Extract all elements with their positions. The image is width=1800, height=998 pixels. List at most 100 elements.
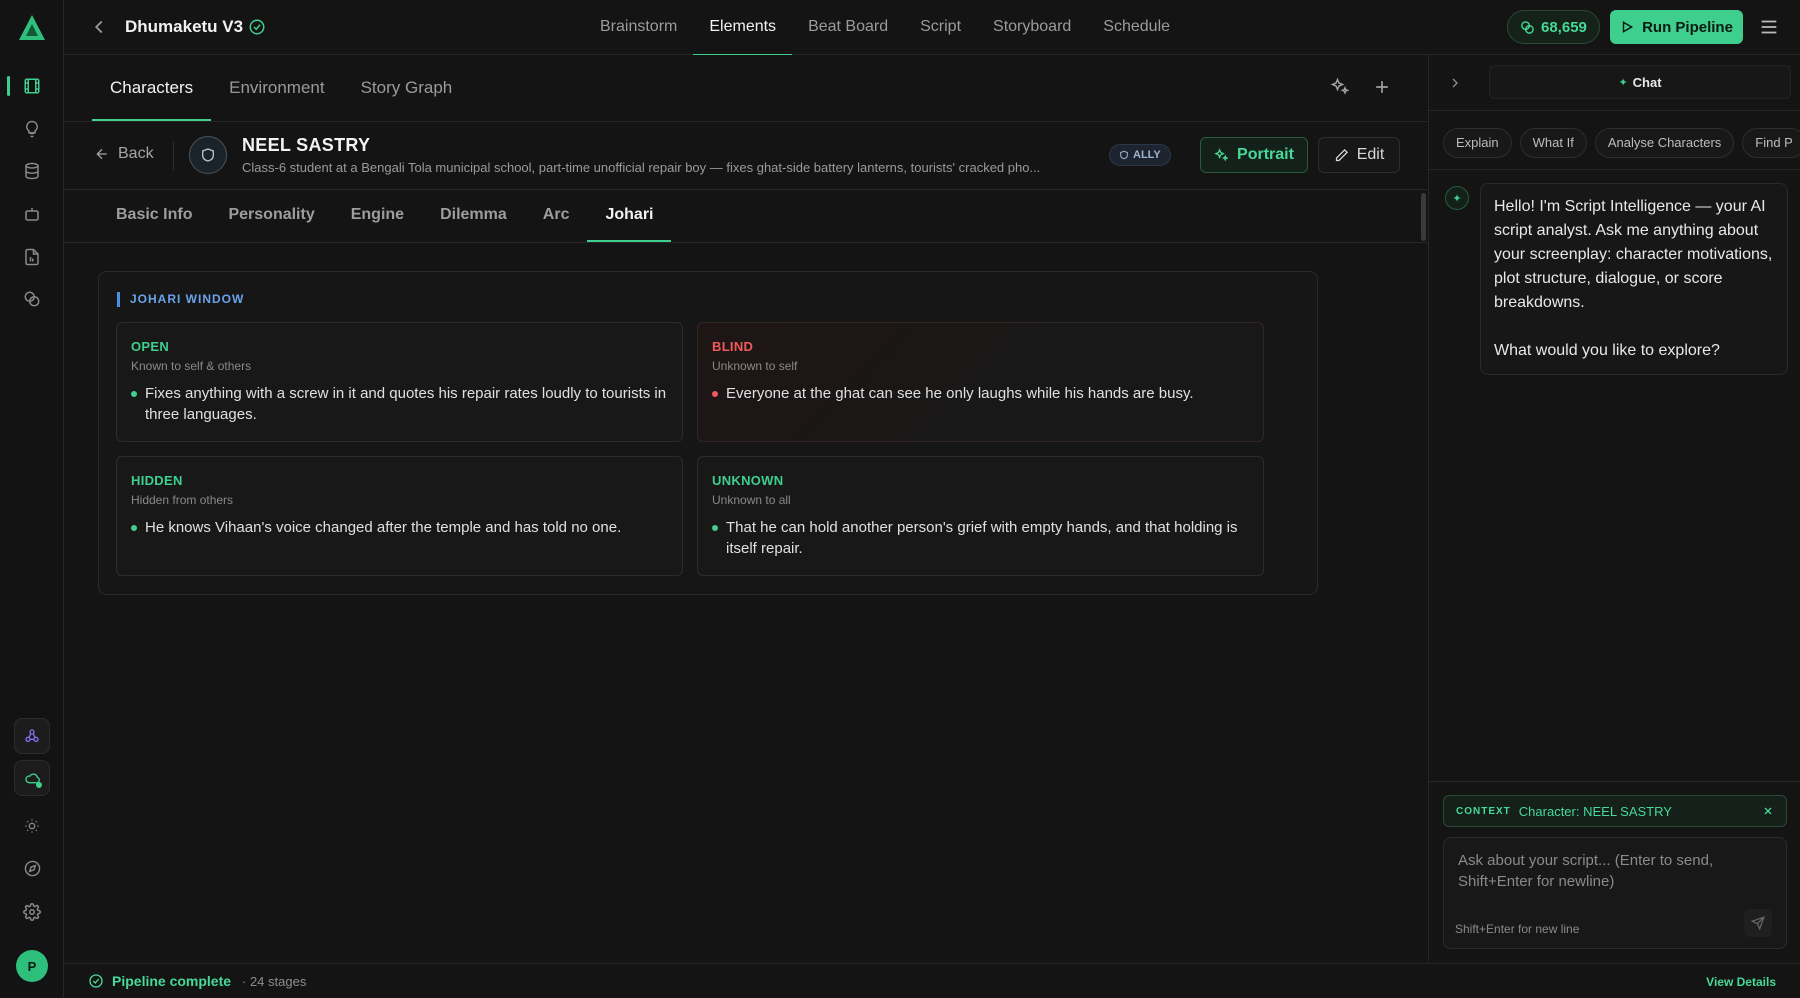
divider [1429,169,1800,170]
quadrant-title: HIDDEN [131,473,183,488]
lightbulb-icon[interactable] [14,111,50,147]
tab-story-graph[interactable]: Story Graph [343,55,471,121]
character-name: NEEL SASTRY [242,135,371,155]
view-details-link[interactable]: View Details [1706,975,1776,989]
divider [64,242,1428,243]
chat-panel: ✦ Chat Explain What If Analyse Character… [1428,55,1800,963]
settings-gear-icon[interactable] [14,894,50,930]
nav-beat-board[interactable]: Beat Board [792,0,904,55]
tab-engine[interactable]: Engine [333,190,422,242]
character-shield-icon [189,136,227,174]
collapse-chevron-icon[interactable] [1447,75,1463,91]
tab-arc[interactable]: Arc [525,190,588,242]
compass-icon[interactable] [14,850,50,886]
send-icon [1751,916,1765,930]
tab-dilemma[interactable]: Dilemma [422,190,525,242]
tab-personality[interactable]: Personality [210,190,332,242]
johari-hidden-quadrant: HIDDEN Hidden from others He knows Vihaa… [116,456,683,576]
back-button[interactable]: Back [94,145,154,163]
user-avatar[interactable]: P [16,950,48,982]
element-subtabs: Characters Environment Story Graph [92,55,470,121]
johari-blind-quadrant: BLIND Unknown to self Everyone at the gh… [697,322,1264,442]
johari-open-quadrant: OPEN Known to self & others Fixes anythi… [116,322,683,442]
role-badge: ALLY [1109,144,1171,166]
cloud-sync-icon[interactable] [14,760,50,796]
app-logo-icon[interactable] [16,12,48,44]
send-button[interactable] [1744,909,1772,937]
portrait-button[interactable]: Portrait [1200,137,1308,173]
file-audio-icon[interactable] [14,239,50,275]
bot-icon[interactable] [14,196,50,232]
pipeline-status[interactable]: Pipeline complete [88,973,231,989]
edit-button[interactable]: Edit [1318,137,1400,173]
sparkles-icon[interactable] [1330,77,1350,97]
chip-what-if[interactable]: What If [1519,128,1587,158]
nav-elements[interactable]: Elements [693,0,792,56]
nav-schedule[interactable]: Schedule [1087,0,1186,55]
tab-environment[interactable]: Environment [211,55,342,121]
back-chevron-icon[interactable] [88,16,110,38]
quadrant-text: He knows Vihaan's voice changed after th… [145,519,622,536]
pipeline-status-label: Pipeline complete [112,973,232,989]
chat-tab-label: Chat [1632,74,1662,90]
run-pipeline-button[interactable]: Run Pipeline [1610,10,1743,44]
portrait-label: Portrait [1237,146,1294,163]
context-pill: CONTEXT Character: NEEL SASTRY [1443,795,1787,827]
arrow-left-icon [94,146,110,162]
chip-find[interactable]: Find P [1742,128,1800,158]
status-bar: Pipeline complete · 24 stages View Detai… [64,963,1800,998]
chip-analyse-characters[interactable]: Analyse Characters [1594,128,1735,158]
online-dot [36,782,42,788]
list-item: That he can hold another person's grief … [712,517,1249,559]
run-pipeline-label: Run Pipeline [1642,18,1733,36]
shield-icon [1119,150,1129,160]
bullet-dot [712,525,718,531]
quadrant-text: Everyone at the ghat can see he only lau… [726,385,1194,402]
list-item: He knows Vihaan's voice changed after th… [131,517,668,538]
verified-check-icon [248,18,266,36]
chip-explain[interactable]: Explain [1443,128,1512,158]
divider [1429,110,1800,111]
tab-basic-info[interactable]: Basic Info [98,190,210,242]
close-icon[interactable] [1762,805,1774,817]
sparkles-icon [1214,147,1229,163]
hamburger-menu-icon[interactable] [1758,16,1780,38]
ai-message-text: What would you like to explore? [1494,342,1720,359]
quadrant-title: BLIND [712,339,754,354]
tab-characters[interactable]: Characters [92,55,212,121]
divider [173,142,174,170]
composer-hint: Shift+Enter for new line [1455,922,1580,936]
johari-unknown-quadrant: UNKNOWN Unknown to all That he can hold … [697,456,1264,576]
check-circle-icon [88,973,104,989]
quadrant-subtitle: Unknown to self [712,359,798,373]
add-plus-icon[interactable] [1372,77,1392,97]
nav-script[interactable]: Script [904,0,977,55]
credits-badge[interactable]: 68,659 [1507,10,1600,44]
scrollbar-thumb[interactable] [1421,193,1426,241]
quadrant-text: That he can hold another person's grief … [726,519,1238,557]
top-bar: Dhumaketu V3 Brainstorm Elements Beat Bo… [64,0,1800,56]
agents-network-icon[interactable] [14,718,50,754]
tab-johari[interactable]: Johari [587,190,672,242]
chat-input[interactable] [1458,850,1774,898]
theme-sun-icon[interactable] [14,808,50,844]
context-value: Character: NEEL SASTRY [1518,803,1672,819]
coins-icon[interactable] [14,281,50,317]
nav-brainstorm[interactable]: Brainstorm [584,0,693,55]
role-badge-label: ALLY [1133,149,1161,161]
character-detail-tabs: Basic Info Personality Engine Dilemma Ar… [98,190,672,242]
list-item: Everyone at the ghat can see he only lau… [712,383,1249,404]
pipeline-stages: · 24 stages [242,974,307,989]
pencil-icon [1334,148,1349,163]
johari-window-card: JOHARI WINDOW OPEN Known to self & other… [98,271,1318,595]
list-item: Fixes anything with a screw in it and qu… [131,383,668,425]
coins-icon [1520,20,1535,35]
database-icon[interactable] [14,153,50,189]
play-icon [1620,20,1634,34]
nav-storyboard[interactable]: Storyboard [977,0,1087,55]
elements-film-icon[interactable] [7,68,50,104]
back-label: Back [118,145,154,162]
context-label: CONTEXT [1456,805,1511,817]
chat-tab[interactable]: ✦ Chat [1489,65,1791,99]
subtab-actions [1330,77,1392,97]
